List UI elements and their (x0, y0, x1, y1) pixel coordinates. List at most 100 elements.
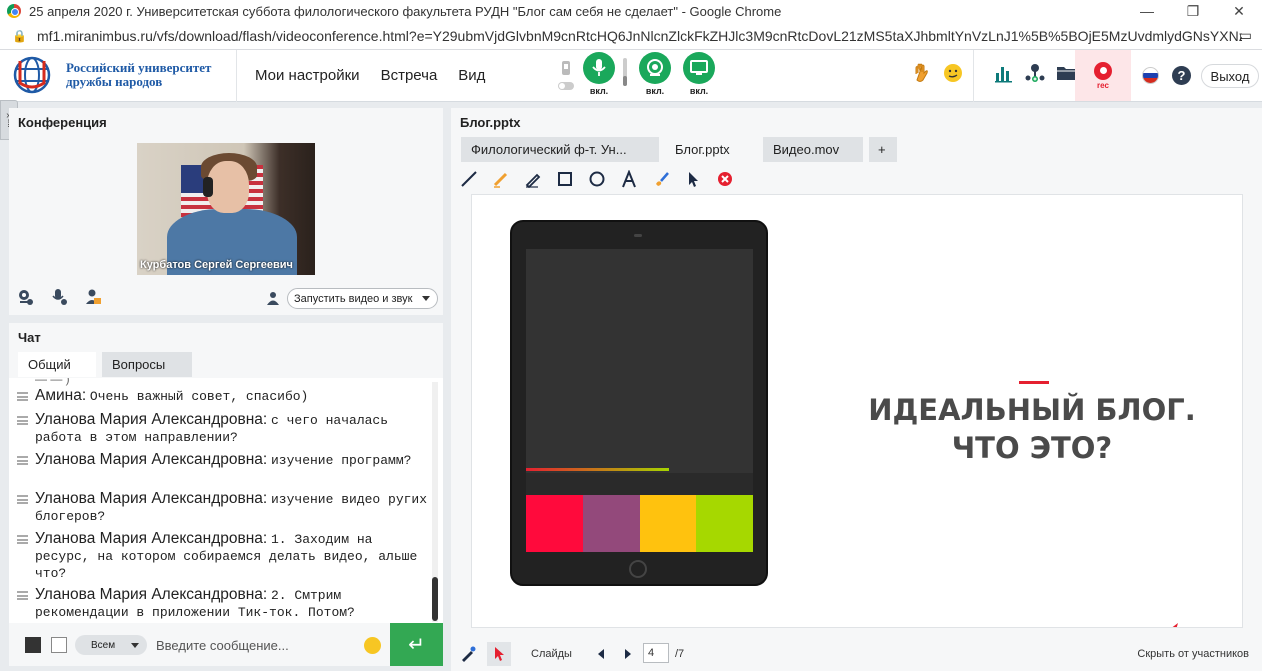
device-icon[interactable] (560, 60, 572, 78)
user-icon (267, 292, 279, 305)
tab-document-2[interactable]: Блог.pptx (665, 137, 757, 162)
share-network-icon[interactable] (1024, 62, 1046, 84)
volume-slider[interactable] (623, 58, 627, 86)
address-bar[interactable]: 🔒 mf1.miranimbus.ru/vfs/download/flash/v… (0, 22, 1262, 50)
drag-handle-icon[interactable] (17, 495, 28, 504)
chat-message: Амина: Очень важный совет, спасибо) (17, 388, 429, 405)
webcam-settings-icon[interactable] (15, 288, 35, 306)
window-controls: — ❐ ✕ (1124, 0, 1262, 22)
home-button-illustration (629, 560, 647, 578)
rudn-logo: Российский университет дружбы народов (12, 55, 211, 95)
cast-icon[interactable]: ▭ (1239, 27, 1252, 44)
chrome-icon (7, 4, 21, 18)
drag-handle-icon[interactable] (17, 416, 28, 425)
lock-icon[interactable]: 🔒 (12, 29, 27, 43)
slide-title: ИДЕАЛЬНЫЙ БЛОГ. ЧТО ЭТО? (862, 391, 1202, 467)
pencil-tool-icon[interactable] (523, 169, 543, 189)
drag-handle-icon[interactable] (17, 456, 28, 465)
menu-meeting[interactable]: Встреча (381, 67, 438, 84)
browser-titlebar: 25 апреля 2020 г. Университетская суббот… (0, 0, 1262, 22)
poll-chart-icon[interactable] (994, 63, 1014, 83)
rectangle-tool-icon[interactable] (555, 169, 575, 189)
swatch (639, 495, 697, 552)
microphone-label: вкл. (589, 86, 609, 96)
chat-messages[interactable]: — — ) Амина: Очень важный совет, спасибо… (9, 378, 443, 623)
laser-pointer-icon[interactable] (487, 642, 511, 666)
tab-questions[interactable]: Вопросы (102, 352, 192, 377)
menu-view[interactable]: Вид (458, 67, 485, 84)
message-input[interactable]: Введите сообщение... (156, 633, 356, 657)
url-text[interactable]: mf1.miranimbus.ru/vfs/download/flash/vid… (37, 28, 1242, 44)
line-tool-icon[interactable] (459, 169, 479, 189)
screen-share-button[interactable]: вкл. (683, 52, 715, 96)
clear-tool-icon[interactable] (715, 169, 735, 189)
chat-input-row: Всем Введите сообщение... ↵ (9, 623, 443, 666)
monitor-icon (690, 60, 708, 75)
marker-tool-icon[interactable] (491, 169, 511, 189)
total-pages: /7 (675, 648, 685, 660)
hide-from-participants-link[interactable]: Скрыть от участников (1137, 648, 1249, 660)
emoji-status-icon[interactable] (942, 62, 964, 84)
chat-message: Уланова Мария Александровна: с чего нача… (17, 412, 429, 446)
tab-document-1[interactable]: Филологический ф-т. Ун... (461, 137, 659, 162)
audio-settings-icon[interactable] (49, 288, 69, 306)
recipient-select[interactable]: Всем (75, 635, 147, 655)
presentation-panel: Блог.pptx Филологический ф-т. Ун... Блог… (451, 108, 1262, 671)
page-number-input[interactable]: 4 (643, 643, 669, 663)
exit-button[interactable]: Выход (1201, 64, 1259, 88)
document-tabs: Филологический ф-т. Ун... Блог.pptx Виде… (461, 137, 897, 162)
prev-slide-icon[interactable] (589, 642, 613, 666)
participant-name: Курбатов Сергей Сергеевич (140, 259, 293, 271)
restore-icon[interactable]: ❐ (1170, 0, 1216, 22)
send-button[interactable]: ↵ (390, 623, 443, 666)
background-color-icon[interactable] (51, 637, 67, 653)
help-icon[interactable]: ? (1172, 66, 1191, 85)
close-icon[interactable]: ✕ (1216, 0, 1262, 22)
drag-handle-icon[interactable] (17, 591, 28, 600)
chat-message: Уланова Мария Александровна: изучение ви… (17, 491, 429, 525)
conference-panel: Конференция Курбатов Сергей Сергеевич За… (9, 108, 443, 315)
text-color-icon[interactable] (25, 637, 41, 653)
cursor-marker-icon (1172, 623, 1178, 627)
minimize-icon[interactable]: — (1124, 0, 1170, 22)
swatch (696, 495, 753, 552)
start-video-dropdown[interactable]: Запустить видео и звук (287, 288, 438, 309)
drag-handle-icon[interactable] (17, 535, 28, 544)
microphone-button[interactable]: вкл. (583, 52, 615, 96)
main-menu: Мои настройки Встреча Вид (255, 67, 485, 84)
pointer-tool-icon[interactable] (683, 169, 703, 189)
chevron-down-icon (131, 643, 139, 648)
chat-message: Уланова Мария Александровна: изучение пр… (17, 452, 429, 469)
record-button[interactable]: rec (1075, 50, 1131, 101)
drag-handle-icon[interactable] (17, 392, 28, 401)
chat-scrollbar[interactable] (432, 382, 438, 622)
microphone-icon (592, 59, 606, 76)
raise-hand-icon[interactable] (912, 62, 932, 84)
participant-video[interactable]: Курбатов Сергей Сергеевич (137, 143, 315, 275)
chevron-down-icon (422, 296, 430, 301)
tablet-illustration (510, 220, 768, 586)
menu-my-settings[interactable]: Мои настройки (255, 67, 360, 84)
brush-tool-icon[interactable] (651, 169, 671, 189)
text-tool-icon[interactable] (619, 169, 639, 189)
app-header: Российский университет дружбы народов Мо… (0, 50, 1262, 102)
toggle-icon[interactable] (558, 82, 574, 90)
camera-button[interactable]: вкл. (639, 52, 671, 96)
presentation-slide[interactable]: ИДЕАЛЬНЫЙ БЛОГ. ЧТО ЭТО? (471, 194, 1243, 628)
next-slide-icon[interactable] (616, 642, 640, 666)
language-flag-icon[interactable] (1142, 67, 1159, 84)
annotate-pen-icon[interactable] (456, 642, 480, 666)
add-tab-button[interactable]: + (869, 137, 897, 162)
slides-label[interactable]: Слайды (531, 648, 572, 660)
chat-panel: Чат Общий Вопросы — — ) Амина: Очень важ… (9, 323, 443, 666)
emoji-icon[interactable] (364, 637, 381, 654)
tab-general[interactable]: Общий (18, 352, 96, 377)
chat-title: Чат (18, 330, 41, 345)
chat-tabs: Общий Вопросы (18, 352, 192, 377)
start-video-label: Запустить видео и звук (294, 292, 413, 305)
camera-label: вкл. (645, 86, 665, 96)
ellipse-tool-icon[interactable] (587, 169, 607, 189)
tab-document-3[interactable]: Видео.mov (763, 137, 863, 162)
participant-settings-icon[interactable] (83, 288, 103, 306)
device-selector[interactable] (555, 52, 577, 98)
